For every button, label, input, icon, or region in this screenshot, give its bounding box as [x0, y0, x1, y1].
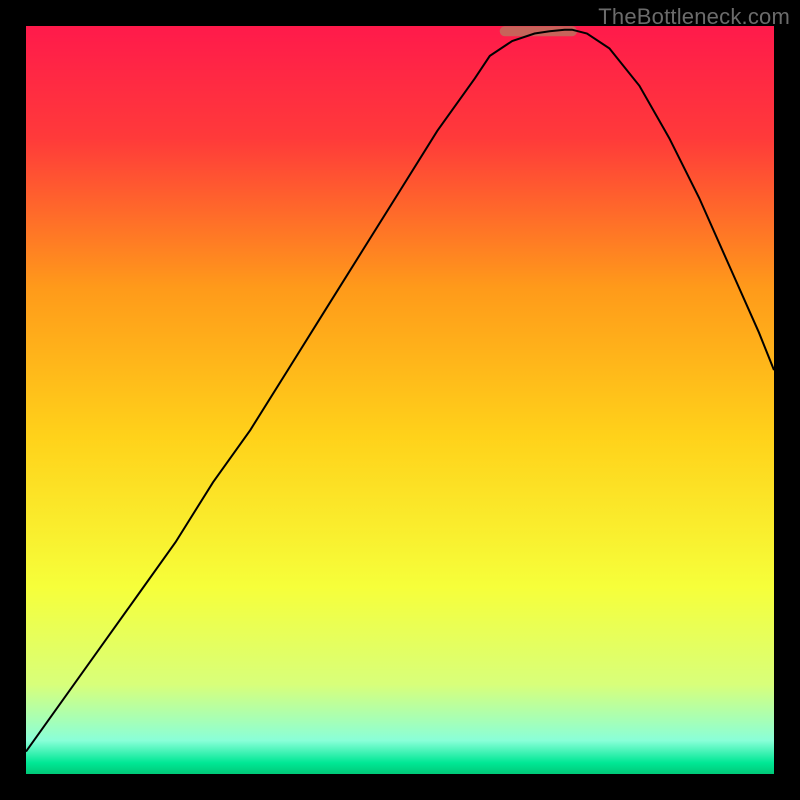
watermark-text: TheBottleneck.com [598, 4, 790, 30]
chart-frame [26, 26, 774, 774]
gradient-background [26, 26, 774, 774]
chart-svg [26, 26, 774, 774]
